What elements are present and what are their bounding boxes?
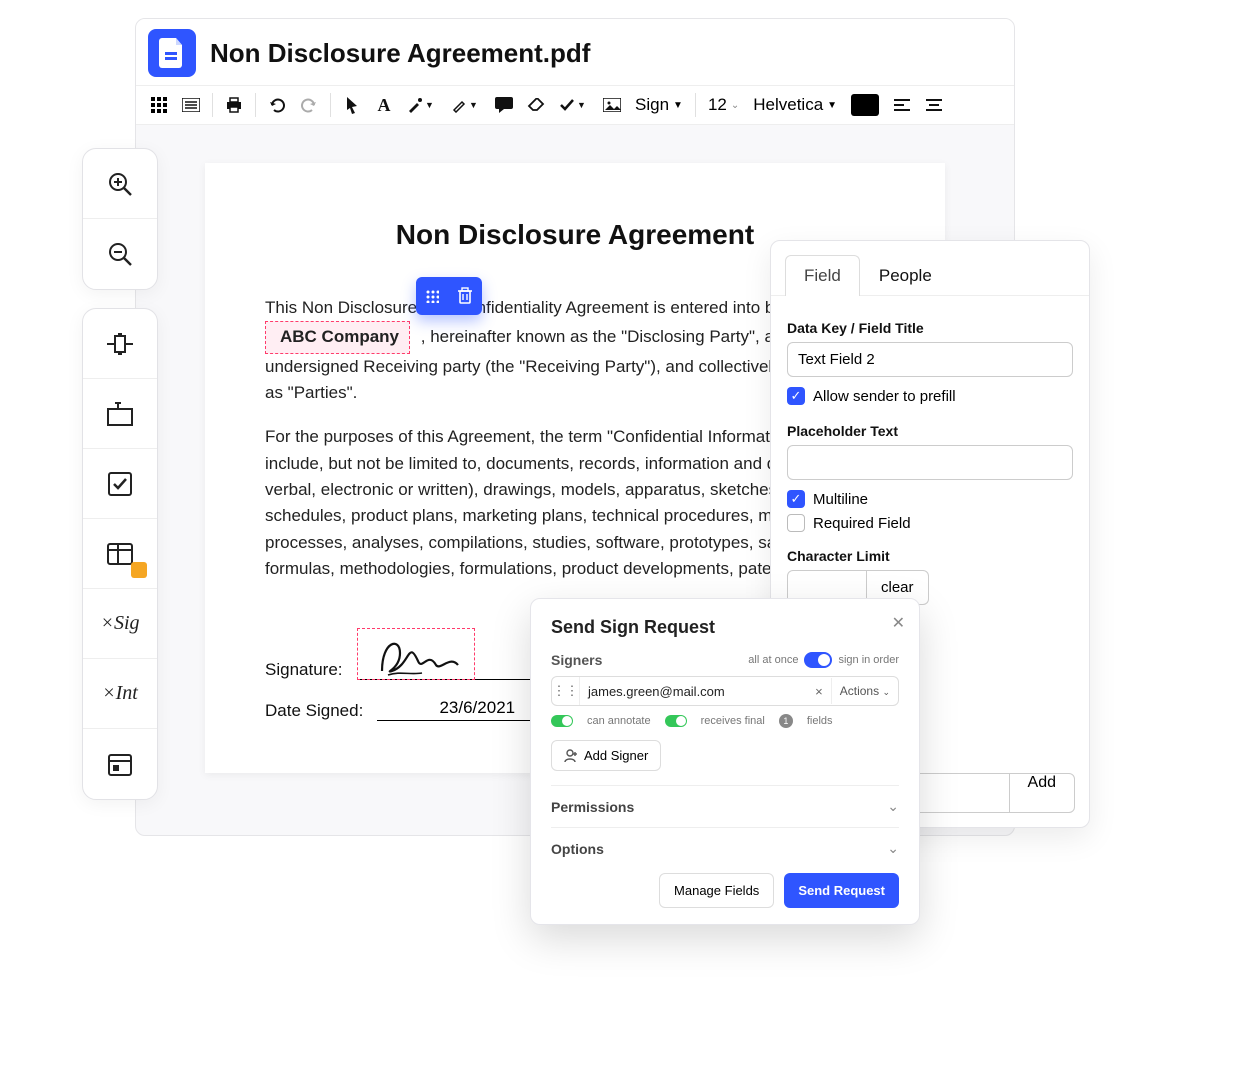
can-annotate-toggle[interactable] [551,715,573,727]
remove-signer-icon[interactable]: × [807,684,831,699]
receives-final-label: receives final [701,715,765,727]
data-key-label: Data Key / Field Title [787,320,1073,336]
sign-order-toggle[interactable] [804,652,832,668]
add-user-icon [564,749,578,763]
font-size-dropdown[interactable]: 12 ⌄ [702,95,745,115]
delete-field-icon[interactable] [457,287,473,305]
options-section[interactable]: Options ⌄ [551,827,899,869]
placeholder-input[interactable] [787,445,1073,480]
date-signed-label: Date Signed: [265,701,363,721]
all-at-once-label: all at once [748,654,798,666]
side-tools: ×Sig ×Int [82,148,158,800]
add-signer-button[interactable]: Add Signer [551,740,661,771]
send-request-button[interactable]: Send Request [784,873,899,908]
image-tool-icon[interactable] [597,90,627,120]
signer-drag-handle-icon[interactable]: ⋮⋮ [552,677,580,705]
signer-actions-dropdown[interactable]: Actions ⌄ [831,678,898,704]
receives-final-toggle[interactable] [665,715,687,727]
app-logo [148,29,196,77]
lock-icon [131,562,147,578]
initials-field-tool-icon[interactable]: ×Int [83,659,157,729]
fields-count-badge: 1 [779,714,793,728]
check-tool-icon[interactable]: ▼ [553,90,595,120]
company-text-field[interactable]: ABC Company [265,321,410,353]
close-icon[interactable]: ✕ [892,613,905,633]
multiline-checkbox[interactable]: ✓ [787,490,805,508]
panel-tabs: Field People [771,241,1089,296]
text-field-tool-icon[interactable] [83,309,157,379]
signature-field-tool-icon[interactable]: ×Sig [83,589,157,659]
required-label: Required Field [813,515,911,532]
allow-prefill-checkbox[interactable]: ✓ [787,387,805,405]
font-family-value: Helvetica [753,95,823,115]
date-field-tool-icon[interactable] [83,729,157,799]
signer-email[interactable]: james.green@mail.com [580,678,807,705]
signature-label: Signature: [265,660,343,680]
add-recipient-button[interactable]: Add [1009,773,1075,813]
fields-count-label: fields [807,715,833,727]
signature-field[interactable] [357,628,475,680]
field-floating-toolbar [416,277,482,315]
list-view-icon[interactable] [176,90,206,120]
checkbox-field-tool-icon[interactable] [83,449,157,519]
secure-field-tool-icon[interactable] [83,519,157,589]
tab-people[interactable]: People [860,255,951,296]
font-size-value: 12 [708,95,727,115]
modal-title: Send Sign Request [551,617,899,638]
undo-icon[interactable] [262,90,292,120]
print-icon[interactable] [219,90,249,120]
brush-tool-icon[interactable]: ▼ [401,90,443,120]
highlighter-tool-icon[interactable]: ▼ [445,90,487,120]
placeholder-label: Placeholder Text [787,423,1073,439]
app-title: Non Disclosure Agreement.pdf [210,38,590,69]
multiline-label: Multiline [813,491,868,508]
eraser-icon[interactable] [521,90,551,120]
doc-icon [159,38,185,68]
text-tool-icon[interactable]: A [369,90,399,120]
data-key-input[interactable] [787,342,1073,377]
grid-view-icon[interactable] [144,90,174,120]
send-sign-request-modal: ✕ Send Sign Request Signers all at once … [530,598,920,925]
permissions-section[interactable]: Permissions ⌄ [551,785,899,827]
tab-field[interactable]: Field [785,255,860,296]
fields-group: ×Sig ×Int [82,308,158,800]
drag-handle-icon[interactable] [425,289,439,303]
align-left-icon[interactable] [887,90,917,120]
sign-in-order-label: sign in order [838,654,899,666]
signers-label: Signers [551,652,602,668]
char-limit-label: Character Limit [787,548,1073,564]
pointer-icon[interactable] [337,90,367,120]
can-annotate-label: can annotate [587,715,651,727]
required-checkbox[interactable] [787,514,805,532]
signature-glyph [370,631,462,677]
chevron-down-icon: ⌄ [887,798,899,815]
app-header: Non Disclosure Agreement.pdf [136,19,1014,85]
sign-label: Sign [635,95,669,115]
zoom-in-icon[interactable] [83,149,157,219]
comment-icon[interactable] [489,90,519,120]
zoom-out-icon[interactable] [83,219,157,289]
paragraph-field-tool-icon[interactable] [83,379,157,449]
redo-icon[interactable] [294,90,324,120]
chevron-down-icon: ⌄ [887,840,899,857]
toolbar: A ▼ ▼ ▼ Sign ▼ 12 ⌄ [136,85,1014,125]
manage-fields-button[interactable]: Manage Fields [659,873,774,908]
font-family-dropdown[interactable]: Helvetica ▼ [747,95,843,115]
sign-dropdown[interactable]: Sign ▼ [629,95,689,115]
color-picker[interactable] [851,94,879,116]
zoom-group [82,148,158,290]
align-center-icon[interactable] [919,90,949,120]
signer-row: ⋮⋮ james.green@mail.com × Actions ⌄ [551,676,899,706]
allow-prefill-label: Allow sender to prefill [813,388,956,405]
